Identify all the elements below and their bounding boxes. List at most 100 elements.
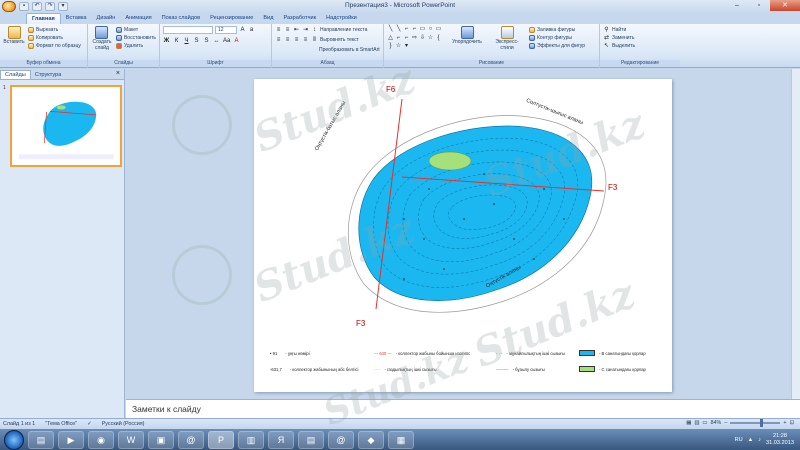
- sorter-view-icon[interactable]: ▥: [694, 420, 699, 426]
- spacing-icon[interactable]: ↔: [213, 38, 220, 45]
- text-direction-label[interactable]: Направление текста: [320, 27, 367, 33]
- align-text-label[interactable]: Выровнять текст: [320, 37, 359, 43]
- bold-icon[interactable]: Ж: [163, 38, 170, 45]
- case-icon[interactable]: Aa: [223, 38, 230, 45]
- taskbar-opera-icon[interactable]: ◆: [358, 430, 384, 449]
- find-button[interactable]: ⚲ Найти: [603, 26, 677, 34]
- format-painter-button[interactable]: Формат по образцу: [28, 42, 81, 50]
- underline-icon[interactable]: Ч: [183, 38, 190, 45]
- tab-design[interactable]: Дизайн: [92, 13, 121, 24]
- clock[interactable]: 21:28 31.03.2013: [766, 433, 794, 447]
- paste-button[interactable]: Вставить: [3, 26, 25, 50]
- smartart-label[interactable]: Преобразовать в SmartArt: [319, 47, 380, 53]
- minimize-button[interactable]: –: [726, 0, 748, 11]
- fit-icon[interactable]: ⊡: [789, 420, 794, 426]
- new-slide-button[interactable]: Создать слайд: [91, 26, 113, 51]
- copy-button[interactable]: Копировать: [28, 34, 81, 42]
- shapes-gallery[interactable]: ╲ ╲ ⌐ ⌐ ▭ ○ ▭ △ ⌐ ⌐ ⇨ ⇩ ☆{ } ☆ ▾: [387, 26, 445, 51]
- shrink-font-icon[interactable]: a: [248, 27, 255, 34]
- taskbar-powerpoint-icon[interactable]: P: [208, 430, 234, 449]
- strikethrough-icon[interactable]: S: [193, 38, 200, 45]
- delete-slide-button[interactable]: Удалить: [115, 42, 156, 50]
- outdent-icon[interactable]: ⇥: [302, 27, 309, 34]
- taskbar-yandex-icon[interactable]: Я: [268, 430, 294, 449]
- layout-button[interactable]: Макет: [115, 26, 156, 34]
- tab-slides-pane[interactable]: Слайды: [0, 70, 31, 79]
- notes-area[interactable]: Заметки к слайду: [126, 399, 800, 418]
- align-right-icon[interactable]: ≡: [293, 37, 300, 44]
- arrange-button[interactable]: Упорядочить: [449, 26, 485, 51]
- font-size-combo[interactable]: 12: [215, 26, 237, 34]
- spellcheck-icon[interactable]: ✓: [87, 421, 92, 427]
- tray-language[interactable]: RU: [735, 437, 743, 443]
- tab-insert[interactable]: Вставка: [61, 13, 92, 24]
- replace-button[interactable]: ⇄ Заменить: [603, 34, 677, 42]
- maximize-button[interactable]: ▫: [748, 0, 770, 11]
- zoom-in-icon[interactable]: +: [783, 420, 786, 426]
- taskbar-pdf-icon[interactable]: ▥: [238, 430, 264, 449]
- save-icon[interactable]: ▪: [19, 1, 29, 11]
- taskbar-explorer-icon[interactable]: ▤: [28, 430, 54, 449]
- quick-styles-button[interactable]: Экспресс-стили: [489, 26, 525, 51]
- taskbar-mail-icon[interactable]: @: [178, 430, 204, 449]
- taskbar-app-icon[interactable]: ▤: [298, 430, 324, 449]
- shape-effects-button[interactable]: Эффекты для фигур: [529, 42, 585, 50]
- tab-animation[interactable]: Анимация: [120, 13, 156, 24]
- tray-volume-icon[interactable]: ♪: [758, 437, 761, 443]
- font-name-combo[interactable]: [163, 26, 213, 34]
- vertical-scrollbar[interactable]: [791, 69, 800, 399]
- quick-access-toolbar: ▪ ↶ ↷ ▾: [0, 0, 68, 12]
- taskbar-word-icon[interactable]: W: [118, 430, 144, 449]
- zoom-out-icon[interactable]: –: [724, 420, 727, 426]
- zoom-slider[interactable]: [730, 419, 781, 427]
- tab-slideshow[interactable]: Показ слайдов: [157, 13, 206, 24]
- align-center-icon[interactable]: ≡: [284, 37, 291, 44]
- tab-view[interactable]: Вид: [258, 13, 278, 24]
- italic-icon[interactable]: К: [173, 38, 180, 45]
- indent-icon[interactable]: ⇤: [293, 27, 300, 34]
- tab-developer[interactable]: Разработчик: [278, 13, 321, 24]
- zoom-level[interactable]: 84%: [711, 420, 722, 426]
- slide-thumbnail[interactable]: [10, 85, 122, 167]
- normal-view-icon[interactable]: ▦: [686, 420, 691, 426]
- office-button[interactable]: [2, 0, 16, 12]
- select-button[interactable]: ↖ Выделить: [603, 42, 677, 50]
- columns-icon[interactable]: ⫴: [311, 37, 318, 44]
- delete-label: Удалить: [123, 43, 144, 49]
- justify-icon[interactable]: ≡: [302, 37, 309, 44]
- legend-swatch-b: [579, 350, 595, 356]
- tab-home[interactable]: Главная: [26, 13, 61, 24]
- tab-review[interactable]: Рецензирование: [205, 13, 258, 24]
- group-paragraph: ≡ ≡ ⇤ ⇥ ↕ Направление текста ≡ ≡ ≡ ≡ ⫴ В…: [272, 24, 384, 68]
- window-title: Презентация3 - Microsoft PowerPoint: [344, 2, 456, 9]
- status-language[interactable]: Русский (Россия): [102, 421, 145, 427]
- bullets-icon[interactable]: ≡: [275, 27, 282, 34]
- tab-outline-pane[interactable]: Структура: [31, 71, 66, 79]
- taskbar-chrome-icon[interactable]: ◉: [88, 430, 114, 449]
- font-color-icon[interactable]: A: [233, 38, 240, 45]
- taskbar-media-icon[interactable]: ▶: [58, 430, 84, 449]
- slide-canvas[interactable]: F6 F3 F3 Оңтүстік-батыс аланы Солтүстік-…: [254, 79, 672, 392]
- map-legend: • 91 - ұңғы нөмірі -631,7 - коллектор жабы…: [264, 347, 664, 383]
- taskbar-image-icon[interactable]: ▦: [388, 430, 414, 449]
- shape-fill-button[interactable]: Заливка фигуры: [529, 26, 585, 34]
- line-spacing-icon[interactable]: ↕: [311, 27, 318, 34]
- close-button[interactable]: ✕: [770, 0, 800, 11]
- undo-icon[interactable]: ↶: [32, 1, 42, 11]
- tab-addins[interactable]: Надстройки: [321, 13, 362, 24]
- tray-network-icon[interactable]: ▲: [748, 437, 754, 443]
- shape-outline-button[interactable]: Контур фигуры: [529, 34, 585, 42]
- pane-close-icon[interactable]: ×: [116, 70, 120, 77]
- slideshow-view-icon[interactable]: ▭: [702, 420, 707, 426]
- quick-access-dropdown-icon[interactable]: ▾: [58, 1, 68, 11]
- reset-button[interactable]: Восстановить: [115, 34, 156, 42]
- shadow-icon[interactable]: S: [203, 38, 210, 45]
- taskbar-games-icon[interactable]: ▣: [148, 430, 174, 449]
- cut-button[interactable]: Вырезать: [28, 26, 81, 34]
- align-left-icon[interactable]: ≡: [275, 37, 282, 44]
- grow-font-icon[interactable]: A: [239, 27, 246, 34]
- redo-icon[interactable]: ↷: [45, 1, 55, 11]
- numbering-icon[interactable]: ≡: [284, 27, 291, 34]
- taskbar-email-icon[interactable]: @: [328, 430, 354, 449]
- start-button[interactable]: [4, 429, 24, 450]
